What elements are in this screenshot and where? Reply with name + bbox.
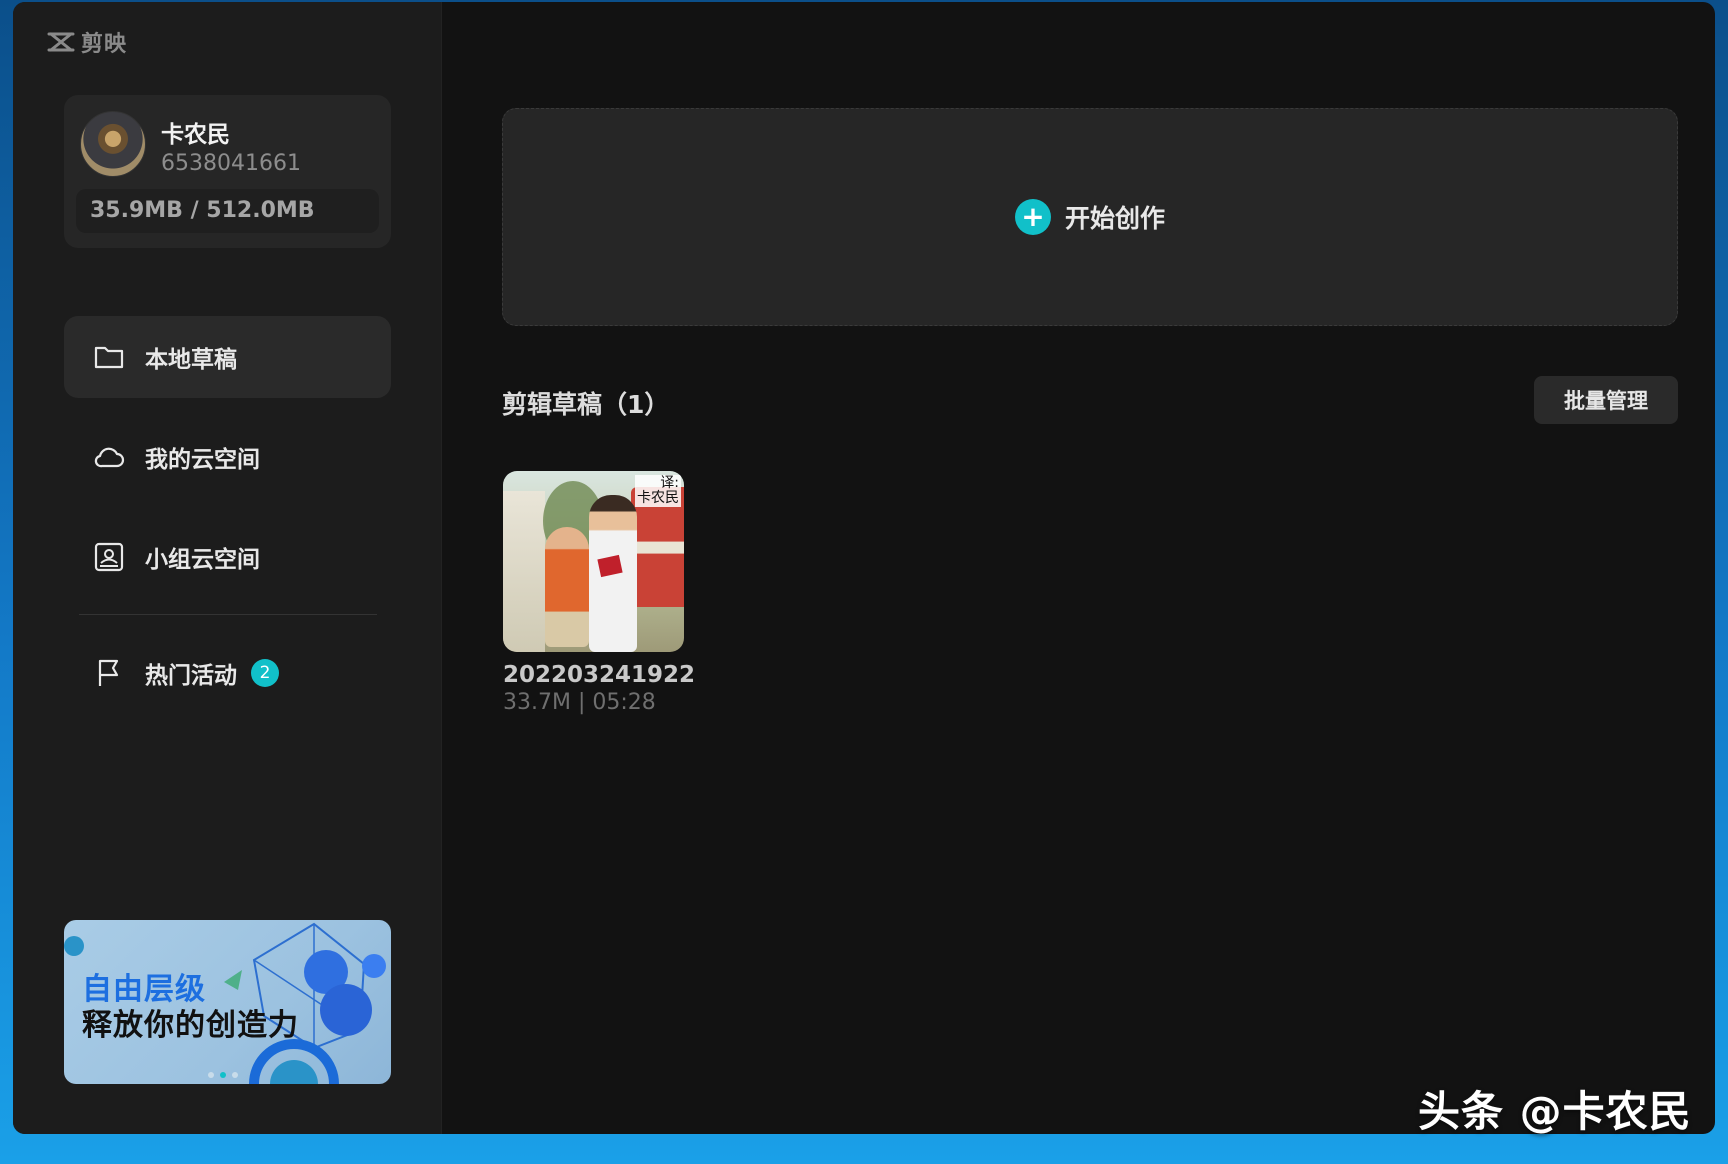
start-creation-label: 开始创作 (1064, 204, 1165, 233)
promo-banner[interactable]: 自由层级 释放你的创造力 (64, 920, 391, 1084)
banner-dot[interactable] (208, 1072, 214, 1078)
banner-subline: 释放你的创造力 (82, 1008, 299, 1043)
banner-dot-active[interactable] (220, 1072, 226, 1078)
batch-manage-button[interactable]: 批量管理 (1534, 376, 1678, 424)
thumbnail-caption: 译: 卡农民 (635, 475, 681, 507)
draft-meta: 33.7M | 05:28 (503, 690, 656, 715)
storage-usage: 35.9MB / 512.0MB (76, 189, 379, 233)
folder-icon (93, 341, 125, 373)
watermark: 头条 @卡农民 (1418, 1087, 1692, 1136)
sidebar-item-label: 本地草稿 (145, 347, 237, 373)
app-window: 剪映 卡农民 6538041661 35.9MB / 512.0MB 本地草稿 … (13, 2, 1715, 1134)
thumbnail-scene (545, 527, 589, 647)
sidebar-item-group-cloud[interactable]: 小组云空间 (64, 516, 391, 598)
user-name: 卡农民 (161, 122, 230, 148)
sidebar-item-label: 热门活动 (145, 663, 237, 689)
draft-card[interactable]: 译: 卡农民 202203241922 33.7M | 05:28 (503, 471, 696, 715)
sidebar-item-hot-events[interactable]: 热门活动 2 (64, 632, 391, 714)
notification-badge: 2 (251, 659, 279, 687)
sidebar-divider (79, 614, 377, 615)
cloud-icon (93, 441, 125, 473)
flag-icon (93, 657, 125, 689)
sidebar-item-my-cloud[interactable]: 我的云空间 (64, 416, 391, 498)
sidebar-item-local-drafts[interactable]: 本地草稿 (64, 316, 391, 398)
avatar[interactable] (80, 111, 146, 177)
plus-icon: + (1014, 199, 1051, 235)
user-id: 6538041661 (161, 151, 301, 176)
drafts-section-title: 剪辑草稿（1） (502, 390, 670, 419)
banner-pagination (208, 1072, 238, 1078)
thumbnail-scene (503, 491, 545, 652)
sidebar-item-label: 我的云空间 (145, 447, 260, 473)
banner-dot[interactable] (232, 1072, 238, 1078)
user-card[interactable]: 卡农民 6538041661 35.9MB / 512.0MB (64, 95, 391, 248)
draft-name: 202203241922 (503, 662, 696, 688)
main-area: + 开始创作 剪辑草稿（1） 批量管理 译: 卡农民 202203241922 … (442, 2, 1715, 1134)
sidebar: 剪映 卡农民 6538041661 35.9MB / 512.0MB 本地草稿 … (13, 2, 442, 1134)
sidebar-item-label: 小组云空间 (145, 547, 260, 573)
app-logo: 剪映 (47, 26, 127, 58)
start-creation-content: + 开始创作 (1014, 199, 1165, 235)
thumbnail-caption-line: 译: (660, 475, 679, 491)
thumbnail-caption-line: 卡农民 (637, 490, 679, 506)
start-creation-button[interactable]: + 开始创作 (502, 108, 1678, 326)
jianying-logo-icon (47, 32, 75, 52)
draft-thumbnail[interactable]: 译: 卡农民 (503, 471, 684, 652)
app-name: 剪映 (81, 32, 128, 57)
group-space-icon (93, 541, 125, 573)
